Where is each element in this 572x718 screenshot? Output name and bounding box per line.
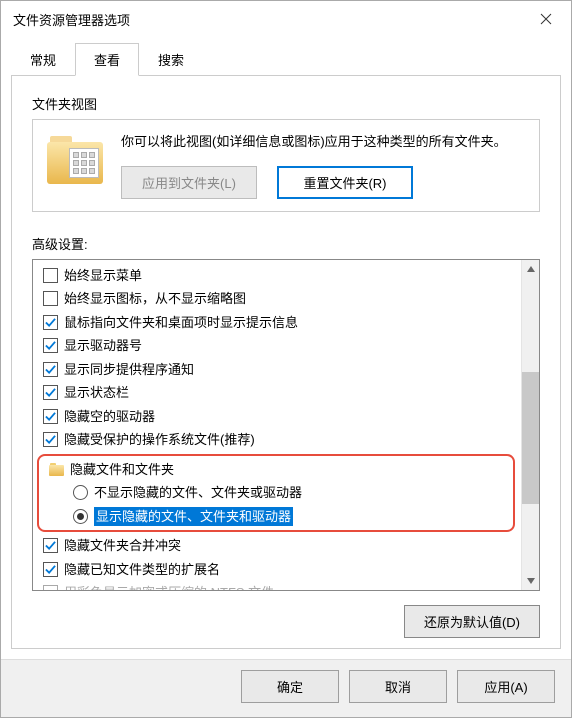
- tab-panel-view: 文件夹视图 你可以将此视图(如详细信息或图标)应用于这种类型的所有文件夹。: [11, 76, 561, 649]
- tree-item-label: 鼠标指向文件夹和桌面项时显示提示信息: [64, 313, 298, 333]
- folder-view-section: 文件夹视图 你可以将此视图(如详细信息或图标)应用于这种类型的所有文件夹。: [32, 94, 540, 212]
- tab-search[interactable]: 搜索: [139, 43, 203, 76]
- scroll-track[interactable]: [522, 278, 539, 573]
- folder-view-description: 你可以将此视图(如详细信息或图标)应用于这种类型的所有文件夹。: [121, 132, 525, 152]
- checkbox-icon: [43, 315, 58, 330]
- tree-checkbox-item[interactable]: 鼠标指向文件夹和桌面项时显示提示信息: [33, 311, 521, 335]
- chevron-down-icon: [527, 578, 535, 584]
- tree-checkbox-item[interactable]: 隐藏受保护的操作系统文件(推荐): [33, 428, 521, 452]
- folder-view-box: 你可以将此视图(如详细信息或图标)应用于这种类型的所有文件夹。 应用到文件夹(L…: [32, 119, 540, 212]
- window-title: 文件资源管理器选项: [13, 10, 130, 29]
- tab-general[interactable]: 常规: [11, 43, 75, 76]
- tree-checkbox-item[interactable]: 隐藏文件夹合并冲突: [33, 534, 521, 558]
- tree-item-label: 不显示隐藏的文件、文件夹或驱动器: [94, 483, 302, 503]
- apply-to-folders-button[interactable]: 应用到文件夹(L): [121, 166, 257, 199]
- tree-radio-item[interactable]: 不显示隐藏的文件、文件夹或驱动器: [39, 481, 513, 505]
- tree-item-label: 隐藏已知文件类型的扩展名: [64, 560, 220, 580]
- radio-icon: [73, 509, 88, 524]
- checkbox-icon: [43, 268, 58, 283]
- scroll-up-button[interactable]: [522, 260, 539, 278]
- checkbox-icon: [43, 385, 58, 400]
- checkbox-icon: [43, 291, 58, 306]
- folder-view-text: 你可以将此视图(如详细信息或图标)应用于这种类型的所有文件夹。 应用到文件夹(L…: [121, 132, 525, 199]
- tree-item-label: 始终显示图标，从不显示缩略图: [64, 289, 246, 309]
- chevron-up-icon: [527, 266, 535, 272]
- tree-header: 隐藏文件和文件夹: [39, 458, 513, 482]
- dialog-window: 文件资源管理器选项 常规 查看 搜索 文件夹视图: [0, 0, 572, 718]
- tree-item-label: 隐藏文件夹合并冲突: [64, 536, 181, 556]
- checkbox-icon: [43, 585, 58, 590]
- titlebar: 文件资源管理器选项: [1, 1, 571, 37]
- tree-item-label: 始终显示菜单: [64, 266, 142, 286]
- tree-item-label: 显示同步提供程序通知: [64, 360, 194, 380]
- checkbox-icon: [43, 562, 58, 577]
- advanced-settings-box: 始终显示菜单始终显示图标，从不显示缩略图鼠标指向文件夹和桌面项时显示提示信息显示…: [32, 259, 540, 592]
- tree-checkbox-item[interactable]: 隐藏已知文件类型的扩展名: [33, 558, 521, 582]
- tree-item-label: 显示隐藏的文件、文件夹和驱动器: [94, 507, 293, 527]
- scrollbar-vertical[interactable]: [521, 260, 539, 591]
- folder-icon: [49, 463, 64, 476]
- apply-button[interactable]: 应用(A): [457, 670, 555, 703]
- close-icon: [540, 13, 552, 25]
- tree-checkbox-item[interactable]: 显示驱动器号: [33, 334, 521, 358]
- radio-icon: [73, 485, 88, 500]
- tree-item-label: 显示驱动器号: [64, 336, 142, 356]
- scroll-thumb[interactable]: [522, 372, 539, 505]
- folder-view-heading: 文件夹视图: [32, 94, 540, 113]
- tree-item-label: 显示状态栏: [64, 383, 129, 403]
- folder-options-icon: [47, 132, 103, 188]
- checkbox-icon: [43, 362, 58, 377]
- checkbox-icon: [43, 338, 58, 353]
- tab-view[interactable]: 查看: [75, 43, 139, 76]
- restore-defaults-button[interactable]: 还原为默认值(D): [404, 605, 540, 638]
- scroll-down-button[interactable]: [522, 572, 539, 590]
- tree-header-label: 隐藏文件和文件夹: [70, 460, 174, 480]
- tree-checkbox-item[interactable]: 始终显示菜单: [33, 264, 521, 288]
- tree-radio-item[interactable]: 显示隐藏的文件、文件夹和驱动器: [39, 505, 513, 529]
- tree-checkbox-item[interactable]: 显示同步提供程序通知: [33, 358, 521, 382]
- tree-item-label: 隐藏空的驱动器: [64, 407, 155, 427]
- advanced-settings-heading: 高级设置:: [32, 234, 540, 253]
- tab-strip: 常规 查看 搜索: [11, 43, 561, 76]
- tree-item-label: 用彩色显示加密或压缩的 NTFS 文件: [64, 583, 274, 590]
- tree-checkbox-item[interactable]: 用彩色显示加密或压缩的 NTFS 文件: [33, 581, 521, 590]
- tree-checkbox-item[interactable]: 隐藏空的驱动器: [33, 405, 521, 429]
- reset-folders-button[interactable]: 重置文件夹(R): [277, 166, 413, 199]
- hidden-files-callout: 隐藏文件和文件夹不显示隐藏的文件、文件夹或驱动器显示隐藏的文件、文件夹和驱动器: [37, 454, 515, 533]
- checkbox-icon: [43, 409, 58, 424]
- dialog-footer: 确定 取消 应用(A): [1, 659, 571, 717]
- ok-button[interactable]: 确定: [241, 670, 339, 703]
- tree-checkbox-item[interactable]: 显示状态栏: [33, 381, 521, 405]
- checkbox-icon: [43, 538, 58, 553]
- tree-item-label: 隐藏受保护的操作系统文件(推荐): [64, 430, 255, 450]
- advanced-settings-tree[interactable]: 始终显示菜单始终显示图标，从不显示缩略图鼠标指向文件夹和桌面项时显示提示信息显示…: [33, 260, 521, 591]
- checkbox-icon: [43, 432, 58, 447]
- cancel-button[interactable]: 取消: [349, 670, 447, 703]
- tree-checkbox-item[interactable]: 始终显示图标，从不显示缩略图: [33, 287, 521, 311]
- close-button[interactable]: [523, 3, 569, 35]
